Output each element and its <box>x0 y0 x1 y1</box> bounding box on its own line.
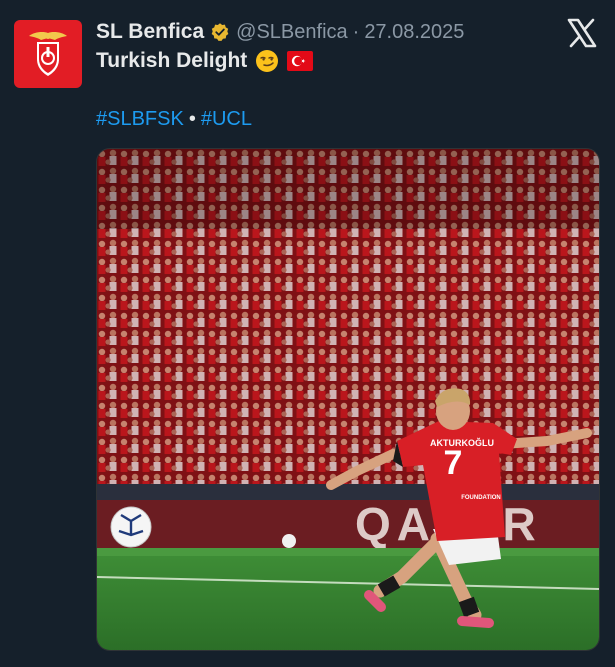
tweet-text: Turkish Delight <box>96 47 314 75</box>
shirt-sponsor: FOUNDATION <box>461 495 501 501</box>
hashtag-slbfsk[interactable]: #SLBFSK <box>96 108 184 130</box>
second-ball <box>282 534 296 548</box>
hashtag-separator: • <box>188 108 196 130</box>
verified-badge-icon <box>211 23 229 41</box>
shirt-number: 7 <box>444 444 463 482</box>
hashtags: #SLBFSK • #UCL <box>96 108 252 131</box>
separator-dot: · <box>352 20 360 43</box>
x-logo-icon[interactable] <box>566 18 598 48</box>
timestamp[interactable]: 27.08.2025 <box>364 21 464 44</box>
hashtag-ucl[interactable]: #UCL <box>201 108 252 130</box>
tweet: SL Benfica @SLBenfica · 27.08.2025 Turki… <box>0 0 615 667</box>
football <box>110 506 152 548</box>
avatar[interactable] <box>14 20 82 88</box>
benfica-crest-icon <box>29 32 67 76</box>
handle[interactable]: @SLBenfica <box>236 21 347 44</box>
tweet-media-photo[interactable]: QATAR <box>96 148 600 651</box>
shirt-name: AKTURKOĞLU <box>430 437 494 448</box>
pitch <box>97 548 599 650</box>
tweet-text-body: Turkish Delight <box>96 49 248 72</box>
display-name[interactable]: SL Benfica <box>96 20 204 44</box>
turkey-flag-icon <box>287 51 314 71</box>
smirking-face-icon <box>256 50 279 72</box>
match-photo: QATAR <box>97 149 599 650</box>
tweet-header: SL Benfica @SLBenfica · 27.08.2025 <box>96 18 464 46</box>
